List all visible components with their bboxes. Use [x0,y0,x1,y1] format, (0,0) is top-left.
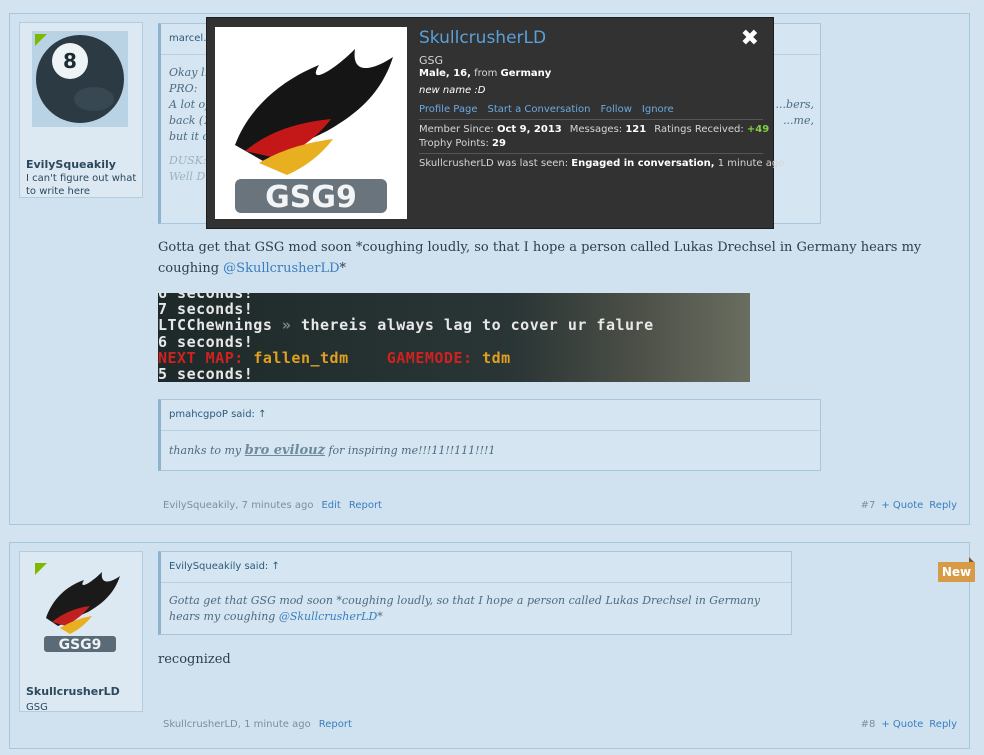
divider [419,153,763,154]
message-body: recognized [158,652,231,667]
user-mention-link[interactable]: @SkullcrusherLD [279,610,377,623]
quote-text: thanks to my bro evilouz for inspiring m… [169,443,496,458]
post-time[interactable]: , 7 minutes ago [235,500,313,511]
edit-link[interactable]: Edit [321,500,340,511]
quote-attribution[interactable]: pmahcgpoP said: ↑ [169,400,266,430]
divider [161,582,791,583]
popup-user-info: Male, 16, from Germany [419,68,552,79]
popup-links: Profile Page Start a Conversation Follow Ig… [419,104,684,115]
online-indicator [35,34,47,46]
message-text: * [339,261,347,276]
post-meta: EvilySqueakily, 7 minutes ago Edit Report [163,500,382,511]
post-number[interactable]: #8 [861,719,876,730]
username[interactable]: SkullcrusherLD [26,685,120,698]
online-indicator [35,563,47,575]
game-line: 6 seconds! [158,333,254,351]
avatar[interactable]: 8 [32,31,128,127]
user-card: 8 EvilySqueakily I can't figure out what… [19,22,143,198]
follow-link[interactable]: Follow [601,104,632,115]
game-line: 7 seconds! [158,300,254,318]
ignore-link[interactable]: Ignore [642,104,674,115]
post-time[interactable]: , 1 minute ago [238,719,311,730]
svg-text:8: 8 [63,49,77,73]
avatar[interactable]: GSG9 [32,560,128,656]
popup-avatar[interactable]: GSG9 [215,27,407,219]
quote-line: ...me, [783,114,814,127]
post-number[interactable]: #7 [861,500,876,511]
post-actions: #8 + Quote Reply [861,719,957,730]
quote-line: ...bers, [775,98,814,111]
username[interactable]: EvilySqueakily [26,158,116,171]
popup-user-title: GSG [419,54,444,67]
reply-button[interactable]: Reply [929,719,957,730]
post-meta: SkullcrusherLD, 1 minute ago Report [163,719,352,730]
user-title: I can't figure out what to write here [26,173,137,197]
gsg9-eagle-icon: GSG9 [215,27,407,219]
quote-button[interactable]: + Quote [881,500,923,511]
popup-username[interactable]: SkullcrusherLD [419,28,546,48]
user-card: GSG9 SkullcrusherLD GSG [19,551,143,713]
svg-text:GSG9: GSG9 [265,180,357,215]
profile-page-link[interactable]: Profile Page [419,104,477,115]
author-link[interactable]: SkullcrusherLD [163,719,238,730]
post-8: GSG9 SkullcrusherLD GSG EvilySqueakily s… [9,542,970,749]
quote-block: EvilySqueakily said: ↑ Gotta get that GS… [158,551,792,635]
game-line: NEXT MAP: fallen_tdm GAMEMODE: tdm [158,349,511,367]
game-line: 5 seconds! [158,365,254,382]
post-actions: #7 + Quote Reply [861,500,957,511]
start-conversation-link[interactable]: Start a Conversation [487,104,590,115]
author-link[interactable]: EvilySqueakily [163,500,235,511]
divider [161,430,820,431]
popup-stats: Member Since: Oct 9, 2013 Messages: 121 Ra… [419,124,770,135]
game-screenshot: 6 seconds! 7 seconds! LTCChewnings » the… [158,293,750,382]
divider [419,119,763,120]
new-badge: New [938,562,975,582]
emphasis-text: bro evilouz [244,443,325,458]
member-card-popup: GSG9 SkullcrusherLD ✖ GSG Male, 16, from… [206,17,784,229]
game-line: LTCChewnings » thereis always lag to cov… [158,316,654,334]
svg-text:GSG9: GSG9 [59,637,102,653]
quote-button[interactable]: + Quote [881,719,923,730]
close-icon[interactable]: ✖ [741,26,759,51]
report-link[interactable]: Report [349,500,382,511]
quote-text-right: ...bers, ...me, [776,97,814,129]
popup-last-seen: SkullcrusherLD was last seen: Engaged in… [419,158,785,169]
message-body: Gotta get that GSG mod soon *coughing lo… [158,237,948,279]
quote-attribution[interactable]: EvilySqueakily said: ↑ [169,552,280,582]
popup-status: new name :D [419,85,486,96]
popup-trophy: Trophy Points: 29 [419,138,506,149]
quote-text: Gotta get that GSG mod soon *coughing lo… [169,594,761,623]
report-link[interactable]: Report [319,719,352,730]
user-mention-link[interactable]: @SkullcrusherLD [223,261,339,276]
reply-button[interactable]: Reply [929,500,957,511]
user-title: GSG [26,702,48,713]
quote-block: pmahcgpoP said: ↑ thanks to my bro evilo… [158,399,821,471]
